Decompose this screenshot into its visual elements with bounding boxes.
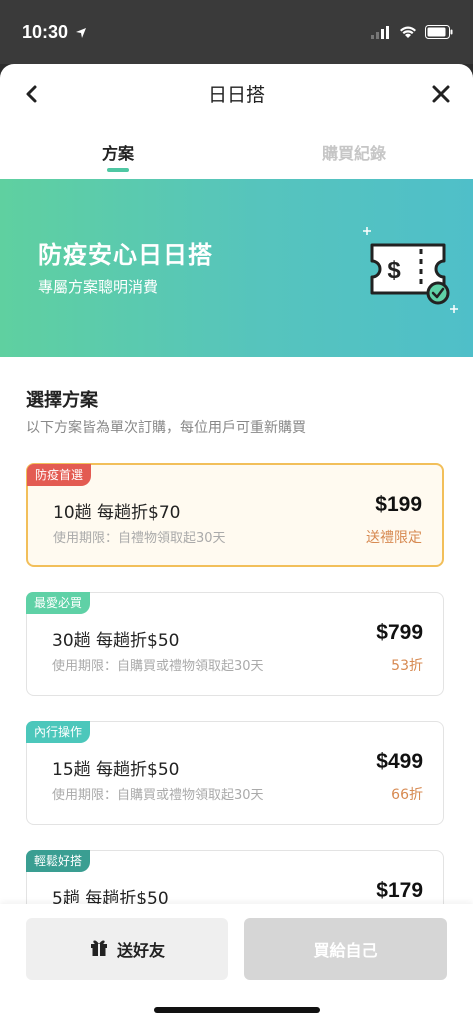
plan-tag: 防疫首選 bbox=[27, 464, 92, 486]
svg-text:$: $ bbox=[387, 257, 401, 284]
plan-price: $199 bbox=[375, 493, 422, 516]
plan-note: 送禮限定 bbox=[366, 530, 422, 546]
bottom-action-bar: 送好友 買給自己 bbox=[0, 904, 473, 1024]
gift-button-label: 送好友 bbox=[116, 941, 165, 960]
plan-price: $799 bbox=[376, 621, 423, 644]
plan-price: $179 bbox=[376, 879, 423, 902]
plan-tag: 輕鬆好搭 bbox=[26, 850, 91, 872]
plan-validity: 使用期限：自購買或禮物領取起30天 bbox=[52, 788, 264, 803]
ticket-icon: $ bbox=[358, 219, 458, 319]
banner-subtitle: 專屬方案聰明消費 bbox=[38, 278, 159, 296]
battery-icon bbox=[425, 24, 453, 43]
section-subtitle: 以下方案皆為單次訂購，每位用戶可重新購買 bbox=[26, 420, 306, 436]
page-title: 日日搭 bbox=[207, 85, 265, 106]
plan-card[interactable]: 內行操作 15趟 每趟折$50 使用期限：自購買或禮物領取起30天 $499 6… bbox=[26, 721, 444, 825]
plan-validity: 使用期限：自禮物領取起30天 bbox=[53, 531, 226, 546]
plan-name: 10趟 每趟折$70 bbox=[53, 503, 181, 523]
plan-name: 15趟 每趟折$50 bbox=[52, 760, 180, 780]
plan-tag: 最愛必買 bbox=[26, 592, 91, 614]
buy-for-self-button[interactable]: 買給自己 bbox=[244, 918, 447, 980]
plan-sheet: 日日搭 方案 購買紀錄 防疫安心日日搭 專屬方案聰明消費 $ 選擇方案 以下方案… bbox=[0, 64, 473, 1024]
location-arrow-icon bbox=[75, 24, 87, 43]
plan-validity: 使用期限：自購買或禮物領取起30天 bbox=[52, 659, 264, 674]
status-time: 10:30 bbox=[22, 22, 69, 42]
status-bar: 10:30 bbox=[0, 0, 473, 64]
banner-title: 防疫安心日日搭 bbox=[38, 241, 213, 269]
home-indicator bbox=[154, 1007, 320, 1013]
tab-purchase-history[interactable]: 購買紀錄 bbox=[294, 140, 414, 164]
close-icon[interactable] bbox=[427, 80, 455, 108]
status-indicators bbox=[371, 24, 453, 43]
signal-icon bbox=[371, 24, 391, 43]
plan-discount: 53折 bbox=[391, 658, 423, 674]
tab-plans[interactable]: 方案 bbox=[58, 140, 178, 164]
plan-price: $499 bbox=[376, 750, 423, 773]
promo-banner: 防疫安心日日搭 專屬方案聰明消費 $ bbox=[0, 179, 473, 357]
tab-bar: 方案 購買紀錄 bbox=[0, 134, 473, 174]
section-title: 選擇方案 bbox=[26, 390, 98, 411]
plan-name: 30趟 每趟折$50 bbox=[52, 631, 180, 651]
gift-icon bbox=[89, 937, 109, 961]
plan-discount: 66折 bbox=[391, 787, 423, 803]
nav-bar: 日日搭 bbox=[0, 64, 473, 124]
wifi-icon bbox=[399, 24, 417, 43]
plan-tag: 內行操作 bbox=[26, 721, 91, 743]
active-tab-indicator bbox=[107, 168, 129, 172]
plan-card[interactable]: 防疫首選 10趟 每趟折$70 使用期限：自禮物領取起30天 $199 送禮限定 bbox=[26, 463, 444, 567]
gift-friend-button[interactable]: 送好友 bbox=[26, 918, 228, 980]
plan-card[interactable]: 最愛必買 30趟 每趟折$50 使用期限：自購買或禮物領取起30天 $799 5… bbox=[26, 592, 444, 696]
